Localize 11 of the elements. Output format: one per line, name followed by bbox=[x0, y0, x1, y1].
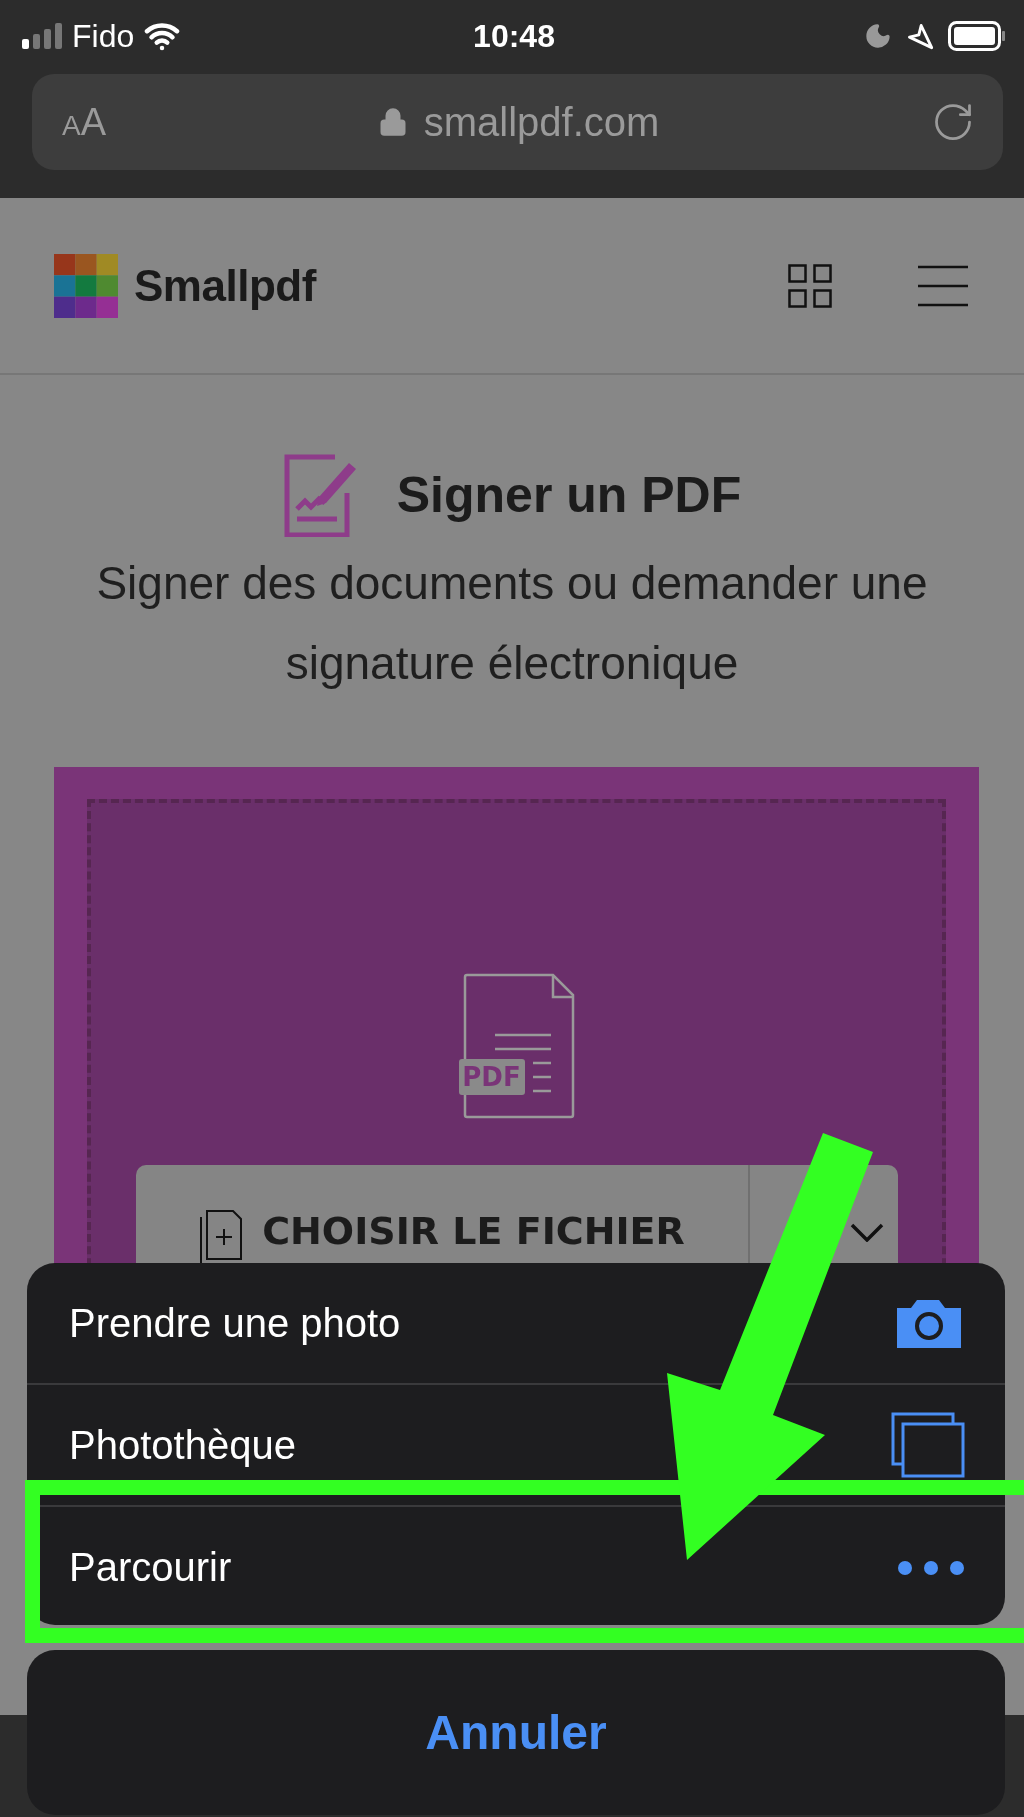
status-time: 10:48 bbox=[473, 17, 555, 55]
page-subtitle: Signer des documents ou demander une signature électronique bbox=[95, 556, 929, 691]
logo-text: Smallpdf bbox=[134, 260, 316, 311]
sheet-option[interactable]: Parcourir bbox=[40, 1507, 1005, 1628]
carrier-name: Fido bbox=[72, 17, 135, 55]
text-size-button[interactable]: AA bbox=[62, 100, 107, 144]
file-badge: PDF bbox=[458, 1059, 525, 1095]
address-bar[interactable]: AA smallpdf.com bbox=[32, 74, 1003, 170]
page-title: Signer un PDF bbox=[396, 466, 742, 524]
url-text: smallpdf.com bbox=[423, 99, 660, 145]
cancel-button[interactable]: Annuler bbox=[27, 1650, 1005, 1815]
